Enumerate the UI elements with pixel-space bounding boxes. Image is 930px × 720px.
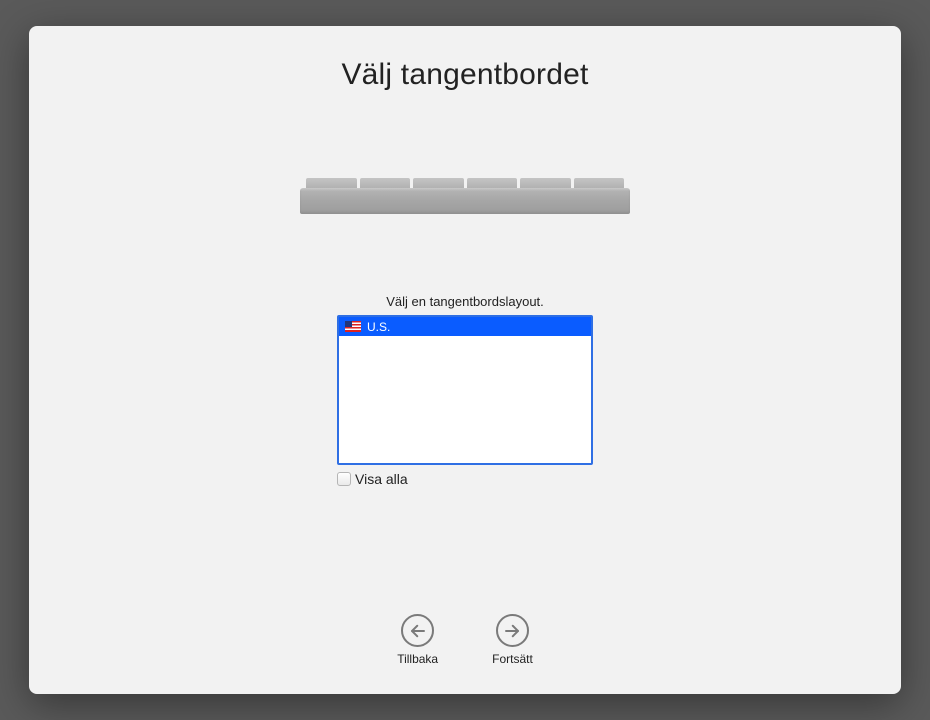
- section-label: Välj en tangentbordslayout.: [386, 294, 544, 309]
- nav-buttons: Tillbaka Fortsätt: [397, 614, 533, 666]
- continue-label: Fortsätt: [492, 652, 533, 666]
- list-item-label: U.S.: [367, 320, 390, 334]
- page-title: Välj tangentbordet: [341, 58, 588, 92]
- back-label: Tillbaka: [397, 652, 438, 666]
- back-button[interactable]: Tillbaka: [397, 614, 438, 666]
- setup-assistant-window: Välj tangentbordet Välj en tangentbordsl…: [29, 26, 901, 694]
- arrow-left-icon: [401, 614, 434, 647]
- show-all-label: Visa alla: [355, 471, 408, 487]
- list-item[interactable]: U.S.: [339, 317, 591, 336]
- keyboard-layout-listbox[interactable]: U.S.: [337, 315, 593, 465]
- keyboard-illustration: [300, 178, 630, 214]
- arrow-right-icon: [496, 614, 529, 647]
- show-all-checkbox[interactable]: [337, 472, 351, 486]
- continue-button[interactable]: Fortsätt: [492, 614, 533, 666]
- us-flag-icon: [345, 321, 361, 332]
- show-all-row: Visa alla: [337, 471, 593, 487]
